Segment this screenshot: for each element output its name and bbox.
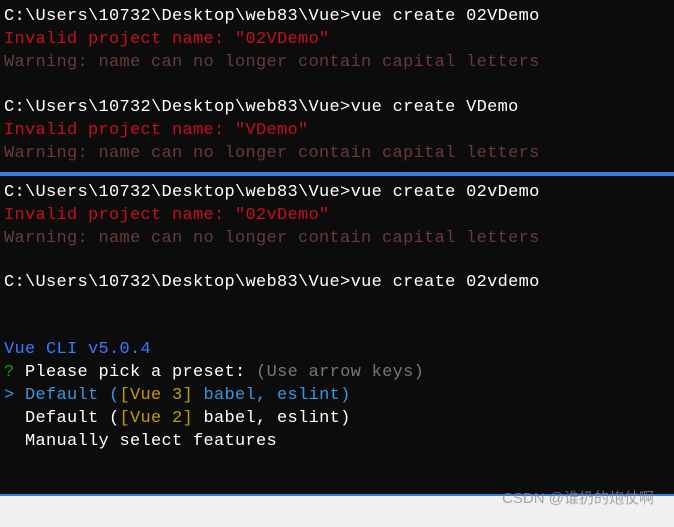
preset-prompt-line: ? Please pick a preset: (Use arrow keys) xyxy=(4,362,670,385)
vue-version-badge: [Vue 2] xyxy=(120,409,194,428)
watermark-text: CSDN @谁扔的炮仗啊 xyxy=(502,489,654,509)
prompt-path: C:\Users\10732\Desktop\web83\Vue> xyxy=(4,183,351,202)
vue-version-badge: [Vue 3] xyxy=(120,386,194,405)
command-line-1: C:\Users\10732\Desktop\web83\Vue>vue cre… xyxy=(4,6,670,29)
terminal-block-2: C:\Users\10732\Desktop\web83\Vue>vue cre… xyxy=(0,174,674,496)
error-message: Invalid project name: "VDemo" xyxy=(4,120,670,143)
warning-message: Warning: name can no longer contain capi… xyxy=(4,52,670,75)
command-text: vue create 02vdemo xyxy=(351,273,540,292)
blank-line xyxy=(4,317,670,339)
preset-option-manual[interactable]: Manually select features xyxy=(4,431,670,454)
option-text-post: babel, eslint) xyxy=(193,409,351,428)
preset-hint: (Use arrow keys) xyxy=(256,363,424,382)
preset-option[interactable]: Default ([Vue 2] babel, eslint) xyxy=(4,408,670,431)
blank-line xyxy=(4,295,670,317)
preset-option-selected[interactable]: > Default ([Vue 3] babel, eslint) xyxy=(4,385,670,408)
blank-line xyxy=(4,75,670,97)
terminal-block-1: C:\Users\10732\Desktop\web83\Vue>vue cre… xyxy=(0,0,674,174)
cursor-icon: > xyxy=(4,386,25,405)
cli-version: Vue CLI v5.0.4 xyxy=(4,339,670,362)
error-message: Invalid project name: "02vDemo" xyxy=(4,205,670,228)
warning-message: Warning: name can no longer contain capi… xyxy=(4,143,670,166)
error-message: Invalid project name: "02VDemo" xyxy=(4,29,670,52)
prompt-path: C:\Users\10732\Desktop\web83\Vue> xyxy=(4,7,351,26)
warning-message: Warning: name can no longer contain capi… xyxy=(4,228,670,251)
command-line-4: C:\Users\10732\Desktop\web83\Vue>vue cre… xyxy=(4,272,670,295)
prompt-path: C:\Users\10732\Desktop\web83\Vue> xyxy=(4,273,351,292)
option-text-post: babel, eslint) xyxy=(193,386,351,405)
preset-prompt-text: Please pick a preset: xyxy=(15,363,257,382)
command-text: vue create VDemo xyxy=(351,98,519,117)
question-mark-icon: ? xyxy=(4,363,15,382)
option-text-pre: Default ( xyxy=(25,386,120,405)
command-line-3: C:\Users\10732\Desktop\web83\Vue>vue cre… xyxy=(4,182,670,205)
blank-line xyxy=(4,250,670,272)
command-text: vue create 02VDemo xyxy=(351,7,540,26)
command-line-2: C:\Users\10732\Desktop\web83\Vue>vue cre… xyxy=(4,97,670,120)
option-text-pre: Default ( xyxy=(4,409,120,428)
prompt-path: C:\Users\10732\Desktop\web83\Vue> xyxy=(4,98,351,117)
command-text: vue create 02vDemo xyxy=(351,183,540,202)
